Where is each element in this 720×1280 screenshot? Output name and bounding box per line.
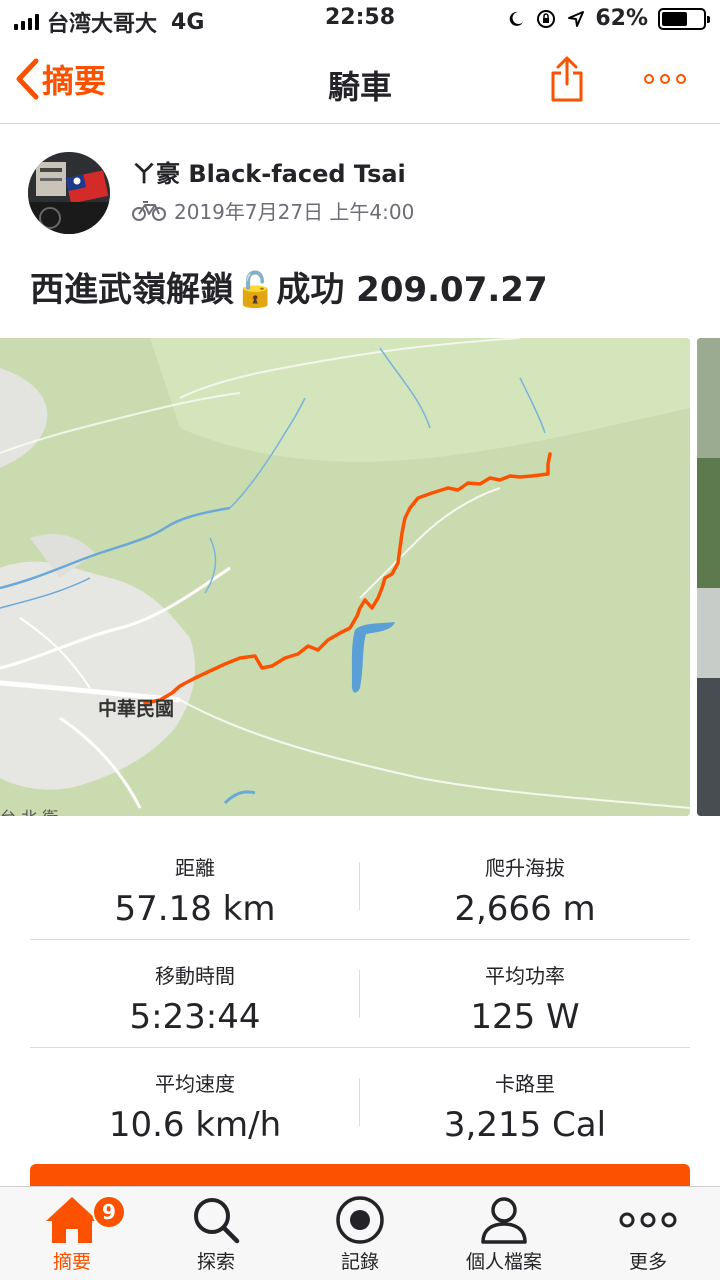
more-options-button[interactable] (644, 74, 686, 84)
stat-label: 移動時間 (155, 964, 235, 988)
tab-label: 摘要 (52, 1251, 91, 1273)
stat-elevation-gain: 爬升海拔 2,666 m (360, 832, 690, 939)
stat-label: 爬升海拔 (485, 856, 565, 880)
battery-icon (658, 7, 710, 30)
status-bar: 台湾大哥大 4G 22:58 62% (0, 0, 720, 40)
stat-distance: 距離 57.18 km (30, 832, 360, 939)
stat-calories: 卡路里 3,215 Cal (360, 1048, 690, 1156)
bike-icon (132, 200, 166, 221)
activity-date: 2019年7月27日 上午4:00 (174, 200, 415, 224)
stats-row: 距離 57.18 km 爬升海拔 2,666 m (30, 832, 690, 940)
tab-record[interactable]: 記錄 (288, 1187, 432, 1280)
map-edge-label: 台 北 衛 (0, 804, 58, 816)
avatar[interactable] (28, 152, 110, 234)
record-icon (336, 1196, 384, 1244)
activity-photo[interactable] (697, 338, 720, 816)
stats-grid: 距離 57.18 km 爬升海拔 2,666 m 移動時間 5:23:44 平均… (30, 832, 690, 1156)
page-title: 騎車 (327, 68, 392, 106)
stats-row: 移動時間 5:23:44 平均功率 125 W (30, 940, 690, 1048)
stat-value: 57.18 km (114, 889, 276, 929)
notification-badge: 9 (92, 1195, 126, 1229)
stat-label: 距離 (175, 856, 215, 880)
tab-feed[interactable]: 9 摘要 (0, 1187, 144, 1280)
stat-average-speed: 平均速度 10.6 km/h (30, 1048, 360, 1156)
athlete-header: ㄚ豪 Black-faced Tsai 2019年7月27日 上午4:00 (28, 150, 708, 240)
search-icon (194, 1198, 240, 1244)
stat-value: 125 W (470, 997, 580, 1037)
stats-row: 平均速度 10.6 km/h 卡路里 3,215 Cal (30, 1048, 690, 1156)
stat-value: 10.6 km/h (108, 1105, 282, 1145)
rotation-lock-icon (537, 9, 556, 28)
action-banner[interactable] (30, 1164, 690, 1188)
profile-icon (481, 1197, 527, 1244)
stat-value: 2,666 m (454, 889, 596, 929)
route-map[interactable]: 中華民國 台 北 衛 (0, 338, 690, 816)
tab-label: 探索 (196, 1251, 235, 1273)
stat-label: 平均功率 (485, 964, 565, 988)
stat-average-power: 平均功率 125 W (360, 940, 690, 1047)
activity-title: 西進武嶺解鎖🔓成功 209.07.27 (30, 270, 548, 310)
tab-more[interactable]: 更多 (576, 1187, 720, 1280)
home-icon (46, 1197, 98, 1243)
tab-label: 更多 (628, 1251, 667, 1273)
stat-value: 3,215 Cal (443, 1105, 607, 1145)
stat-moving-time: 移動時間 5:23:44 (30, 940, 360, 1047)
moon-icon (510, 11, 524, 26)
navigation-bar: 摘要 騎車 (0, 40, 720, 124)
map-place-label: 中華民國 (98, 698, 175, 720)
share-button[interactable] (550, 56, 584, 106)
stat-label: 卡路里 (495, 1072, 555, 1096)
tab-profile[interactable]: 個人檔案 (432, 1187, 576, 1280)
stat-label: 平均速度 (155, 1072, 235, 1096)
location-icon (568, 10, 585, 27)
tab-bar: 9 摘要 探索 記錄 個人檔案 更多 (0, 1186, 720, 1280)
more-icon (619, 1212, 677, 1228)
stat-value: 5:23:44 (129, 997, 261, 1037)
tab-explore[interactable]: 探索 (144, 1187, 288, 1280)
tab-label: 記錄 (340, 1251, 379, 1273)
tab-label: 個人檔案 (465, 1251, 542, 1273)
battery-percent: 62% (595, 6, 648, 31)
athlete-name[interactable]: ㄚ豪 Black-faced Tsai (132, 154, 406, 189)
share-icon (551, 56, 583, 102)
map-canvas (0, 338, 690, 816)
